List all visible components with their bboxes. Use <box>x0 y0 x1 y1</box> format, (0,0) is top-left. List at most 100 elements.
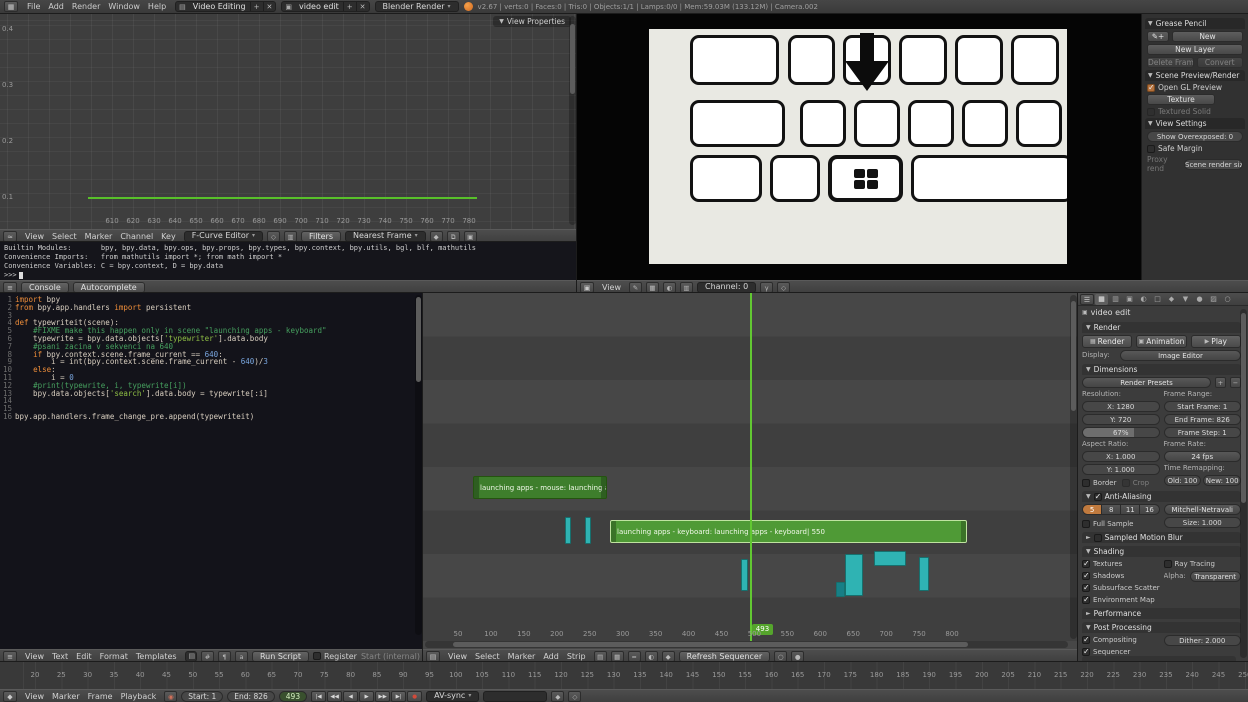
play-reverse-button[interactable]: ◀ <box>343 691 358 702</box>
strip-right-handle[interactable] <box>601 477 606 498</box>
aspect-x-field[interactable]: X: 1.000 <box>1082 451 1160 462</box>
text-scrollbar[interactable] <box>415 295 422 635</box>
histogram-icon[interactable]: ▥ <box>680 282 693 293</box>
vse-clip[interactable] <box>845 554 863 596</box>
ghost-curves-icon[interactable]: ◇ <box>267 231 280 242</box>
panel-motion-blur-header[interactable]: ► Sampled Motion Blur <box>1082 532 1241 543</box>
grease-pencil-draw-icon[interactable]: ✎+ <box>1147 31 1169 42</box>
menu-view[interactable]: View <box>21 652 48 661</box>
full-sample-checkbox[interactable]: Full Sample <box>1082 519 1160 529</box>
safe-margin-checkbox[interactable]: Safe Margin <box>1147 144 1203 153</box>
menu-format[interactable]: Format <box>96 652 132 661</box>
tab-render[interactable]: ▦ <box>1095 294 1108 305</box>
snap-icon[interactable]: ◆ <box>662 651 675 662</box>
menu-file[interactable]: File <box>23 2 44 11</box>
animation-button[interactable]: ▣Animation <box>1136 335 1186 348</box>
sequencer-view-type-icon[interactable]: ▤ <box>594 651 607 662</box>
jump-to-start-button[interactable]: |◀ <box>311 691 326 702</box>
use-preview-range-icon[interactable]: ◉ <box>164 691 177 702</box>
compositing-checkbox[interactable]: Compositing <box>1082 635 1160 645</box>
grease-pencil-panel-header[interactable]: ▼ Grease Pencil <box>1145 18 1245 29</box>
previous-keyframe-button[interactable]: ◀◀ <box>327 691 342 702</box>
strip-left-handle[interactable] <box>474 477 479 498</box>
proxy-icon[interactable]: ◇ <box>777 282 790 293</box>
render-engine-dropdown[interactable]: Blender Render ▾ <box>375 1 459 12</box>
graph-vertical-scrollbar[interactable] <box>569 16 576 225</box>
register-checkbox[interactable]: Register <box>313 652 357 661</box>
current-frame-field[interactable]: 493 <box>279 691 307 702</box>
channel-field[interactable]: Channel: 0 <box>697 282 756 293</box>
convert-button[interactable]: Convert <box>1197 57 1244 68</box>
delete-keyframe-icon[interactable]: ◇ <box>568 691 581 702</box>
textured-solid-checkbox[interactable]: Textured Solid <box>1147 107 1211 116</box>
frame-step-field[interactable]: Frame Step: 1 <box>1164 427 1242 438</box>
menu-strip[interactable]: Strip <box>563 652 590 661</box>
tab-scene[interactable]: ▣ <box>1123 294 1136 305</box>
play-button[interactable]: ▶Play <box>1191 335 1241 348</box>
strip-launching-apps-mouse[interactable]: launching apps - mouse: launching apps -… <box>473 476 607 499</box>
console-prompt[interactable]: >>> <box>4 271 573 280</box>
sss-checkbox[interactable]: Subsurface Scattering <box>1082 583 1160 593</box>
tab-world[interactable]: ◐ <box>1137 294 1150 305</box>
scene-selector[interactable]: ▣ video edit + ✕ <box>281 1 369 12</box>
timeline-canvas[interactable]: 2025303540455055606570758085909510010511… <box>0 662 1248 689</box>
tab-texture[interactable]: ▨ <box>1207 294 1220 305</box>
render-button[interactable]: ▦Render <box>1082 335 1132 348</box>
menu-view[interactable]: View <box>444 652 471 661</box>
timeline-editor-type-icon[interactable]: ◆ <box>3 691 17 702</box>
panel-performance-header[interactable]: ► Performance <box>1082 608 1241 619</box>
add-layout-button[interactable]: + <box>250 2 263 11</box>
screen-layout-selector[interactable]: ▤ Video Editing + ✕ <box>175 1 276 12</box>
filters-button[interactable]: Filters <box>301 231 341 242</box>
copy-icon[interactable]: ⧉ <box>447 231 460 242</box>
tab-object[interactable]: □ <box>1151 294 1164 305</box>
word-wrap-toggle-icon[interactable]: ¶ <box>218 651 231 662</box>
vse-clip[interactable] <box>919 557 929 591</box>
panel-post-processing-header[interactable]: ▼ Post Processing <box>1082 622 1241 633</box>
menu-add[interactable]: Add <box>539 652 563 661</box>
tab-physics[interactable]: ○ <box>1221 294 1234 305</box>
resolution-percentage-slider[interactable]: 67% <box>1082 427 1160 438</box>
lock-icon[interactable]: ● <box>791 651 804 662</box>
grease-pencil-new-button[interactable]: New <box>1172 31 1243 42</box>
vse-horizontal-scrollbar[interactable] <box>425 641 1068 648</box>
antialiasing-checkbox[interactable] <box>1094 493 1102 501</box>
resolution-y-field[interactable]: Y: 720 <box>1082 414 1160 425</box>
preview-canvas[interactable] <box>577 14 1141 280</box>
menu-text[interactable]: Text <box>48 652 72 661</box>
graph-mode-dropdown[interactable]: F-Curve Editor ▾ <box>184 231 263 242</box>
menu-view[interactable]: View <box>21 692 48 701</box>
color-mode-icon[interactable]: ◐ <box>663 282 676 293</box>
editor-type-button[interactable]: ▦ <box>4 1 18 12</box>
remap-old-field[interactable]: Old: 100 <box>1164 475 1202 486</box>
graph-editor-type-icon[interactable]: ≈ <box>3 231 17 242</box>
add-scene-button[interactable]: + <box>343 2 356 11</box>
gamma-icon[interactable]: γ <box>760 282 773 293</box>
add-preset-button[interactable]: + <box>1215 377 1226 388</box>
aa-filter-dropdown[interactable]: Mitchell-Netravali <box>1164 504 1242 515</box>
sequence-display-icon[interactable]: ▦ <box>611 651 624 662</box>
start-frame-field[interactable]: Start Frame: 1 <box>1164 401 1242 412</box>
tab-data[interactable]: ▼ <box>1179 294 1192 305</box>
menu-window[interactable]: Window <box>104 2 144 11</box>
code-area[interactable]: 1import bpy2from bpy.app.handlers import… <box>0 293 423 649</box>
chroma-icon[interactable]: ◐ <box>645 651 658 662</box>
panel-dimensions-header[interactable]: ▼ Dimensions <box>1082 364 1241 375</box>
sequencer-editor-type-icon[interactable]: ▤ <box>426 651 440 662</box>
menu-channel[interactable]: Channel <box>116 232 157 241</box>
menu-marker[interactable]: Marker <box>48 692 84 701</box>
vse-canvas[interactable]: launching apps - mouse: launching apps -… <box>423 293 1078 649</box>
vse-clip[interactable] <box>565 517 571 544</box>
aspect-y-field[interactable]: Y: 1.000 <box>1082 464 1160 475</box>
render-presets-dropdown[interactable]: Render Presets <box>1082 377 1211 388</box>
show-overexposed-slider[interactable]: Show Overexposed: 0 <box>1147 131 1243 142</box>
magnet-icon[interactable]: ◆ <box>430 231 443 242</box>
mute-icon[interactable]: ○ <box>774 651 787 662</box>
console-editor-type-icon[interactable]: ≡ <box>3 282 17 293</box>
aa-samples-11[interactable]: 11 <box>1121 504 1140 515</box>
view-properties-panel[interactable]: ▼ View Properties <box>493 16 571 27</box>
console-output[interactable]: Builtin Modules: bpy, bpy.data, bpy.ops,… <box>0 242 577 280</box>
panel-render-header[interactable]: ▼ Render <box>1082 322 1241 333</box>
keying-set-dropdown[interactable] <box>483 691 547 702</box>
play-button[interactable]: ▶ <box>359 691 374 702</box>
